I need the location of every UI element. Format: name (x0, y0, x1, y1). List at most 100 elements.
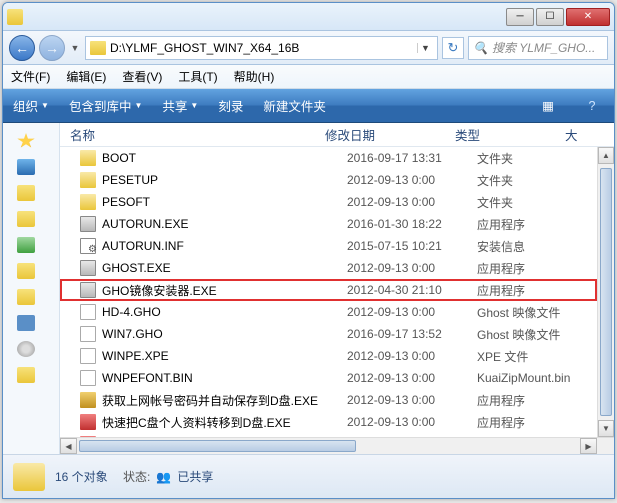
details-pane: 16 个对象 状态: 👥 已共享 (3, 454, 614, 498)
titlebar[interactable]: ─ ☐ ✕ (3, 3, 614, 31)
folder-icon[interactable] (17, 211, 35, 227)
share-button[interactable]: 共享 ▼ (162, 96, 198, 115)
file-list[interactable]: BOOT2016-09-17 13:31文件夹PESETUP2012-09-13… (60, 147, 597, 437)
file-row[interactable]: 快速把C盘个人资料转移到D盘.EXE2012-09-13 0:00应用程序 (60, 411, 597, 433)
minimize-button[interactable]: ─ (506, 8, 534, 26)
command-bar: 组织 ▼ 包含到库中 ▼ 共享 ▼ 刻录 新建文件夹 ▦ ? (3, 89, 614, 123)
help-icon: ? (589, 99, 596, 113)
help-button[interactable]: ? (580, 95, 604, 117)
horizontal-scrollbar[interactable]: ◀ ▶ (60, 437, 614, 454)
column-headers: 名称 修改日期 类型 大 (60, 123, 614, 147)
file-row[interactable]: PESOFT2012-09-13 0:00文件夹 (60, 191, 597, 213)
folder-icon[interactable] (17, 263, 35, 279)
gho-icon (80, 326, 96, 342)
file-name: 获取上网帐号密码并自动保存到D盘.EXE (102, 392, 347, 409)
item-count: 16 个对象 (55, 468, 108, 485)
scroll-down-button[interactable]: ▼ (598, 420, 614, 437)
file-row[interactable]: GHO镜像安装器.EXE2012-04-30 21:10应用程序 (60, 279, 597, 301)
file-type: 应用程序 (477, 414, 597, 431)
new-folder-button[interactable]: 新建文件夹 (263, 96, 326, 115)
file-type: Ghost 映像文件 (477, 326, 597, 343)
forward-button[interactable]: → (39, 35, 65, 61)
nav-history-dropdown[interactable]: ▼ (69, 43, 81, 53)
file-row[interactable]: AUTORUN.EXE2016-01-30 18:22应用程序 (60, 213, 597, 235)
scroll-track[interactable] (77, 438, 580, 454)
file-type: Ghost 映像文件 (477, 304, 597, 321)
include-library-button[interactable]: 包含到库中 ▼ (69, 96, 142, 115)
inf-icon (80, 238, 96, 254)
file-row[interactable]: GHOST.EXE2012-09-13 0:00应用程序 (60, 257, 597, 279)
file-row[interactable]: WNPEFONT.BIN2012-09-13 0:00KuaiZipMount.… (60, 367, 597, 389)
file-type: 安装信息 (477, 238, 597, 255)
refresh-button[interactable]: ↻ (442, 37, 464, 59)
file-date: 2016-01-30 18:22 (347, 217, 477, 231)
file-type: 文件夹 (477, 194, 597, 211)
scroll-up-button[interactable]: ▲ (598, 147, 614, 164)
file-row[interactable]: PESETUP2012-09-13 0:00文件夹 (60, 169, 597, 191)
menu-edit[interactable]: 编辑(E) (66, 68, 106, 85)
file-date: 2012-09-13 0:00 (347, 371, 477, 385)
address-path: D:\YLMF_GHOST_WIN7_X64_16B (110, 41, 299, 55)
menu-view[interactable]: 查看(V) (122, 68, 162, 85)
header-type[interactable]: 类型 (455, 125, 565, 144)
address-dropdown[interactable]: ▼ (417, 43, 433, 53)
status-value: 已共享 (177, 468, 213, 485)
navigation-pane[interactable] (3, 123, 60, 454)
scroll-thumb[interactable] (600, 168, 612, 416)
file-date: 2012-09-13 0:00 (347, 393, 477, 407)
folder-icon[interactable] (17, 367, 35, 383)
back-button[interactable]: ← (9, 35, 35, 61)
pictures-icon[interactable] (17, 237, 35, 253)
file-name: BOOT (102, 151, 347, 165)
address-bar[interactable]: D:\YLMF_GHOST_WIN7_X64_16B ▼ (85, 36, 438, 60)
xpe-icon (80, 348, 96, 364)
maximize-button[interactable]: ☐ (536, 8, 564, 26)
file-date: 2012-04-30 21:10 (347, 283, 477, 297)
file-area: 名称 修改日期 类型 大 BOOT2016-09-17 13:31文件夹PESE… (60, 123, 614, 454)
organize-button[interactable]: 组织 ▼ (13, 96, 49, 115)
scroll-thumb[interactable] (79, 440, 356, 452)
arrow-right-icon: → (45, 40, 59, 56)
favorites-icon[interactable] (17, 133, 35, 149)
scroll-track[interactable] (598, 164, 614, 420)
disc-icon[interactable] (17, 341, 35, 357)
close-button[interactable]: ✕ (566, 8, 610, 26)
header-modified[interactable]: 修改日期 (325, 125, 455, 144)
folder-icon[interactable] (17, 289, 35, 305)
desktop-icon[interactable] (17, 159, 35, 175)
view-options-button[interactable]: ▦ (536, 95, 560, 117)
include-label: 包含到库中 (69, 96, 132, 115)
burn-button[interactable]: 刻录 (218, 96, 243, 115)
folder-icon (80, 172, 96, 188)
computer-icon[interactable] (17, 315, 35, 331)
file-name: PESOFT (102, 195, 347, 209)
chevron-down-icon: ▼ (134, 101, 142, 110)
file-row[interactable]: WIN7.GHO2016-09-17 13:52Ghost 映像文件 (60, 323, 597, 345)
arrow-left-icon: ← (15, 40, 29, 56)
file-row[interactable]: 获取上网帐号密码并自动保存到D盘.EXE2012-09-13 0:00应用程序 (60, 389, 597, 411)
file-name: PESETUP (102, 173, 347, 187)
file-name: GHO镜像安装器.EXE (102, 282, 347, 299)
file-name: WINPE.XPE (102, 349, 347, 363)
file-row[interactable]: AUTORUN.INF2015-07-15 10:21安装信息 (60, 235, 597, 257)
search-icon: 🔍 (473, 41, 488, 55)
menu-file[interactable]: 文件(F) (11, 68, 50, 85)
vertical-scrollbar[interactable]: ▲ ▼ (597, 147, 614, 437)
menu-help[interactable]: 帮助(H) (234, 68, 275, 85)
file-type: 应用程序 (477, 392, 597, 409)
exe-icon (80, 216, 96, 232)
scroll-right-button[interactable]: ▶ (580, 438, 597, 454)
file-name: AUTORUN.EXE (102, 217, 347, 231)
bin-icon (80, 370, 96, 386)
menu-tools[interactable]: 工具(T) (178, 68, 217, 85)
nav-bar: ← → ▼ D:\YLMF_GHOST_WIN7_X64_16B ▼ ↻ 🔍 搜… (3, 31, 614, 65)
scroll-left-button[interactable]: ◀ (60, 438, 77, 454)
file-row[interactable]: WINPE.XPE2012-09-13 0:00XPE 文件 (60, 345, 597, 367)
file-date: 2012-09-13 0:00 (347, 195, 477, 209)
file-row[interactable]: HD-4.GHO2012-09-13 0:00Ghost 映像文件 (60, 301, 597, 323)
search-input[interactable]: 🔍 搜索 YLMF_GHO... (468, 36, 608, 60)
folder-icon[interactable] (17, 185, 35, 201)
header-name[interactable]: 名称 (70, 125, 325, 144)
file-row[interactable]: BOOT2016-09-17 13:31文件夹 (60, 147, 597, 169)
header-size[interactable]: 大 (565, 125, 597, 144)
